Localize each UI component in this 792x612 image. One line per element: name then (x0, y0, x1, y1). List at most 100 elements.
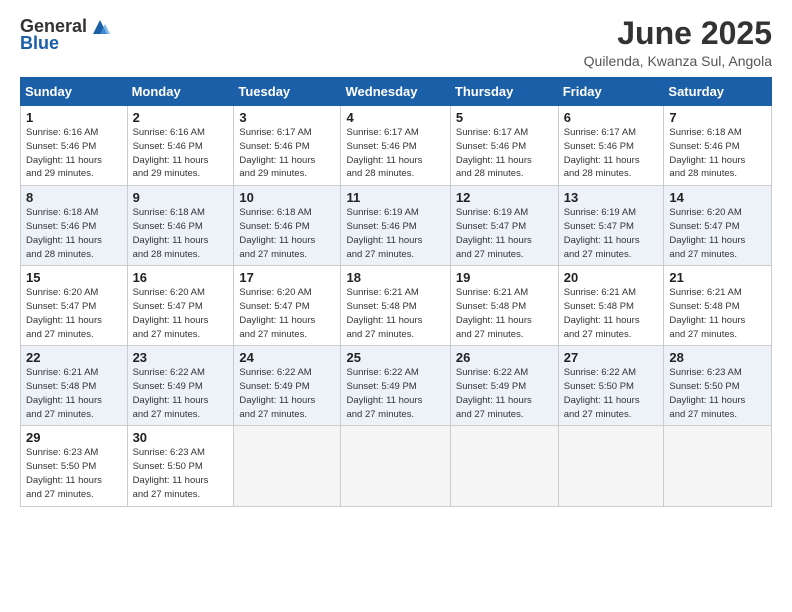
day-number: 20 (564, 270, 659, 285)
day-number: 27 (564, 350, 659, 365)
day-info: Sunrise: 6:18 AMSunset: 5:46 PMDaylight:… (26, 206, 122, 261)
month-title: June 2025 (584, 16, 772, 51)
calendar-cell-w1-d6: 6Sunrise: 6:17 AMSunset: 5:46 PMDaylight… (558, 106, 664, 186)
day-info: Sunrise: 6:22 AMSunset: 5:49 PMDaylight:… (456, 366, 553, 421)
calendar-week-4: 22Sunrise: 6:21 AMSunset: 5:48 PMDayligh… (21, 346, 772, 426)
calendar-cell-w3-d3: 17Sunrise: 6:20 AMSunset: 5:47 PMDayligh… (234, 266, 341, 346)
day-info: Sunrise: 6:21 AMSunset: 5:48 PMDaylight:… (456, 286, 553, 341)
calendar-cell-w4-d5: 26Sunrise: 6:22 AMSunset: 5:49 PMDayligh… (450, 346, 558, 426)
calendar-cell-w4-d6: 27Sunrise: 6:22 AMSunset: 5:50 PMDayligh… (558, 346, 664, 426)
day-number: 16 (133, 270, 229, 285)
calendar-table: Sunday Monday Tuesday Wednesday Thursday… (20, 77, 772, 506)
calendar-cell-w4-d3: 24Sunrise: 6:22 AMSunset: 5:49 PMDayligh… (234, 346, 341, 426)
day-number: 29 (26, 430, 122, 445)
day-number: 7 (669, 110, 766, 125)
day-number: 3 (239, 110, 335, 125)
day-number: 19 (456, 270, 553, 285)
calendar-week-5: 29Sunrise: 6:23 AMSunset: 5:50 PMDayligh… (21, 426, 772, 506)
calendar-cell-w2-d4: 11Sunrise: 6:19 AMSunset: 5:46 PMDayligh… (341, 186, 450, 266)
calendar-header-row: Sunday Monday Tuesday Wednesday Thursday… (21, 78, 772, 106)
day-info: Sunrise: 6:17 AMSunset: 5:46 PMDaylight:… (239, 126, 335, 181)
calendar-cell-w2-d5: 12Sunrise: 6:19 AMSunset: 5:47 PMDayligh… (450, 186, 558, 266)
day-info: Sunrise: 6:16 AMSunset: 5:46 PMDaylight:… (26, 126, 122, 181)
calendar-cell-w4-d7: 28Sunrise: 6:23 AMSunset: 5:50 PMDayligh… (664, 346, 772, 426)
title-section: June 2025 Quilenda, Kwanza Sul, Angola (584, 16, 772, 69)
calendar-cell-w3-d7: 21Sunrise: 6:21 AMSunset: 5:48 PMDayligh… (664, 266, 772, 346)
col-thursday: Thursday (450, 78, 558, 106)
day-info: Sunrise: 6:20 AMSunset: 5:47 PMDaylight:… (669, 206, 766, 261)
calendar-cell-w1-d7: 7Sunrise: 6:18 AMSunset: 5:46 PMDaylight… (664, 106, 772, 186)
col-saturday: Saturday (664, 78, 772, 106)
calendar-cell-w4-d4: 25Sunrise: 6:22 AMSunset: 5:49 PMDayligh… (341, 346, 450, 426)
day-info: Sunrise: 6:23 AMSunset: 5:50 PMDaylight:… (133, 446, 229, 501)
day-number: 26 (456, 350, 553, 365)
day-number: 23 (133, 350, 229, 365)
day-info: Sunrise: 6:22 AMSunset: 5:49 PMDaylight:… (133, 366, 229, 421)
calendar-cell-w2-d6: 13Sunrise: 6:19 AMSunset: 5:47 PMDayligh… (558, 186, 664, 266)
calendar-cell-w3-d4: 18Sunrise: 6:21 AMSunset: 5:48 PMDayligh… (341, 266, 450, 346)
day-info: Sunrise: 6:19 AMSunset: 5:46 PMDaylight:… (346, 206, 444, 261)
day-info: Sunrise: 6:22 AMSunset: 5:50 PMDaylight:… (564, 366, 659, 421)
day-info: Sunrise: 6:17 AMSunset: 5:46 PMDaylight:… (564, 126, 659, 181)
day-info: Sunrise: 6:23 AMSunset: 5:50 PMDaylight:… (669, 366, 766, 421)
day-number: 24 (239, 350, 335, 365)
location: Quilenda, Kwanza Sul, Angola (584, 53, 772, 69)
day-info: Sunrise: 6:21 AMSunset: 5:48 PMDaylight:… (564, 286, 659, 341)
page: General Blue June 2025 Quilenda, Kwanza … (0, 0, 792, 612)
calendar-cell-w5-d3 (234, 426, 341, 506)
logo-blue-text: Blue (20, 34, 59, 54)
day-info: Sunrise: 6:20 AMSunset: 5:47 PMDaylight:… (133, 286, 229, 341)
day-number: 12 (456, 190, 553, 205)
day-number: 30 (133, 430, 229, 445)
calendar-cell-w5-d6 (558, 426, 664, 506)
day-info: Sunrise: 6:18 AMSunset: 5:46 PMDaylight:… (239, 206, 335, 261)
day-number: 10 (239, 190, 335, 205)
day-number: 5 (456, 110, 553, 125)
calendar-cell-w3-d5: 19Sunrise: 6:21 AMSunset: 5:48 PMDayligh… (450, 266, 558, 346)
calendar-cell-w1-d1: 1Sunrise: 6:16 AMSunset: 5:46 PMDaylight… (21, 106, 128, 186)
calendar-cell-w5-d7 (664, 426, 772, 506)
day-info: Sunrise: 6:18 AMSunset: 5:46 PMDaylight:… (133, 206, 229, 261)
day-number: 18 (346, 270, 444, 285)
calendar-cell-w1-d5: 5Sunrise: 6:17 AMSunset: 5:46 PMDaylight… (450, 106, 558, 186)
day-info: Sunrise: 6:20 AMSunset: 5:47 PMDaylight:… (26, 286, 122, 341)
calendar-cell-w5-d2: 30Sunrise: 6:23 AMSunset: 5:50 PMDayligh… (127, 426, 234, 506)
day-info: Sunrise: 6:22 AMSunset: 5:49 PMDaylight:… (239, 366, 335, 421)
calendar-week-2: 8Sunrise: 6:18 AMSunset: 5:46 PMDaylight… (21, 186, 772, 266)
day-info: Sunrise: 6:20 AMSunset: 5:47 PMDaylight:… (239, 286, 335, 341)
day-info: Sunrise: 6:23 AMSunset: 5:50 PMDaylight:… (26, 446, 122, 501)
calendar-cell-w2-d2: 9Sunrise: 6:18 AMSunset: 5:46 PMDaylight… (127, 186, 234, 266)
header: General Blue June 2025 Quilenda, Kwanza … (20, 16, 772, 69)
day-number: 4 (346, 110, 444, 125)
calendar-cell-w5-d5 (450, 426, 558, 506)
day-number: 17 (239, 270, 335, 285)
day-info: Sunrise: 6:18 AMSunset: 5:46 PMDaylight:… (669, 126, 766, 181)
day-info: Sunrise: 6:17 AMSunset: 5:46 PMDaylight:… (346, 126, 444, 181)
day-number: 2 (133, 110, 229, 125)
col-sunday: Sunday (21, 78, 128, 106)
calendar-cell-w3-d6: 20Sunrise: 6:21 AMSunset: 5:48 PMDayligh… (558, 266, 664, 346)
calendar-cell-w1-d3: 3Sunrise: 6:17 AMSunset: 5:46 PMDaylight… (234, 106, 341, 186)
day-number: 22 (26, 350, 122, 365)
calendar-week-1: 1Sunrise: 6:16 AMSunset: 5:46 PMDaylight… (21, 106, 772, 186)
calendar-cell-w3-d1: 15Sunrise: 6:20 AMSunset: 5:47 PMDayligh… (21, 266, 128, 346)
day-number: 9 (133, 190, 229, 205)
day-number: 13 (564, 190, 659, 205)
logo-icon (89, 16, 111, 38)
day-info: Sunrise: 6:19 AMSunset: 5:47 PMDaylight:… (564, 206, 659, 261)
calendar-cell-w4-d1: 22Sunrise: 6:21 AMSunset: 5:48 PMDayligh… (21, 346, 128, 426)
calendar-cell-w1-d2: 2Sunrise: 6:16 AMSunset: 5:46 PMDaylight… (127, 106, 234, 186)
calendar-cell-w4-d2: 23Sunrise: 6:22 AMSunset: 5:49 PMDayligh… (127, 346, 234, 426)
calendar-cell-w5-d4 (341, 426, 450, 506)
day-number: 15 (26, 270, 122, 285)
day-info: Sunrise: 6:21 AMSunset: 5:48 PMDaylight:… (346, 286, 444, 341)
col-monday: Monday (127, 78, 234, 106)
calendar-cell-w1-d4: 4Sunrise: 6:17 AMSunset: 5:46 PMDaylight… (341, 106, 450, 186)
day-number: 6 (564, 110, 659, 125)
col-wednesday: Wednesday (341, 78, 450, 106)
day-info: Sunrise: 6:19 AMSunset: 5:47 PMDaylight:… (456, 206, 553, 261)
calendar-cell-w5-d1: 29Sunrise: 6:23 AMSunset: 5:50 PMDayligh… (21, 426, 128, 506)
day-number: 11 (346, 190, 444, 205)
day-info: Sunrise: 6:16 AMSunset: 5:46 PMDaylight:… (133, 126, 229, 181)
day-info: Sunrise: 6:22 AMSunset: 5:49 PMDaylight:… (346, 366, 444, 421)
